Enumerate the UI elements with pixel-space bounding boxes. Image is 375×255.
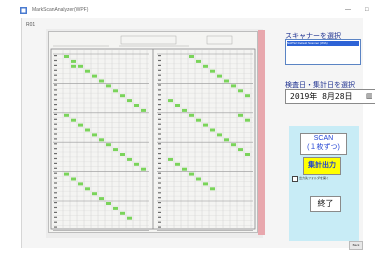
mark-fill [113, 206, 118, 210]
mark-fill [92, 192, 97, 196]
mark-fill [134, 162, 139, 166]
mark-sheet-image [50, 35, 256, 231]
mark-fill [203, 182, 208, 186]
mark-fill [113, 148, 118, 152]
mark-fill [203, 64, 208, 68]
minimize-button[interactable]: — [345, 6, 351, 15]
mark-fill [196, 59, 201, 63]
mark-fill [210, 187, 215, 191]
mark-fill [141, 167, 146, 171]
mark-fill [238, 148, 243, 152]
mark-fill [224, 79, 229, 83]
mark-fill [64, 113, 69, 117]
mark-fill [224, 138, 229, 142]
open-folder-label: 出力先フォルダを開く [299, 176, 330, 180]
mark-fill [127, 157, 132, 161]
mark-fill [85, 187, 90, 191]
mark-fill [210, 128, 215, 132]
back-button[interactable]: Back [349, 241, 363, 250]
mark-fill [71, 177, 76, 181]
mark-fill [134, 104, 139, 107]
mark-fill [64, 55, 69, 58]
mark-fill [217, 133, 222, 137]
mark-fill [168, 157, 173, 161]
mark-fill [182, 167, 187, 171]
mark-fill [196, 118, 201, 122]
mark-fill [210, 69, 215, 73]
mark-fill [189, 55, 194, 58]
mark-fill [238, 89, 243, 93]
mark-fill [64, 172, 69, 176]
mark-fill [71, 64, 76, 68]
mark-fill [78, 123, 83, 127]
mark-fill [99, 138, 104, 142]
title-bar: MarkScanAnalyzer(WPF) — □ [20, 6, 375, 17]
mark-fill [175, 162, 180, 166]
scan-button[interactable]: SCAN (１枚ずつ) [300, 133, 347, 155]
mark-fill [106, 143, 111, 147]
mark-fill [168, 99, 173, 103]
mark-fill [92, 133, 97, 137]
calendar-dropdown-icon[interactable]: ▥ [366, 92, 373, 100]
mark-fill [85, 128, 90, 132]
scan-button-label: SCAN [313, 135, 334, 142]
mark-fill [238, 113, 243, 117]
mark-fill [245, 94, 250, 98]
mark-fill [245, 153, 250, 156]
open-folder-checkbox[interactable] [292, 176, 298, 182]
date-picker[interactable]: 2019年 8月28日 ▥ [285, 89, 375, 104]
mark-fill [189, 113, 194, 117]
scanner-item-selected[interactable]: NAPS2 Default Scanner (WIA) [287, 41, 359, 46]
exit-button[interactable]: 終了 [310, 196, 341, 212]
mark-fill [231, 84, 236, 88]
mark-fill [189, 172, 194, 176]
scanned-mark-sheet [48, 31, 258, 233]
mark-fill [78, 182, 83, 186]
mark-fill [217, 74, 222, 78]
export-stats-button[interactable]: 集計出力 [303, 157, 341, 175]
maximize-button[interactable]: □ [365, 6, 369, 15]
scan-button-sublabel: (１枚ずつ) [307, 144, 340, 151]
open-folder-option[interactable]: 出力先フォルダを開く [292, 176, 358, 182]
mark-fill [85, 69, 90, 73]
mark-fill [120, 211, 125, 215]
app-icon [20, 7, 27, 14]
mark-fill [106, 84, 111, 88]
mark-fill [113, 89, 118, 93]
mark-fill [127, 99, 132, 103]
mark-fill [196, 177, 201, 181]
mark-fill [120, 153, 125, 156]
mark-fill [99, 197, 104, 201]
mark-fill [203, 123, 208, 127]
mark-fill [99, 79, 104, 83]
mark-fill [106, 202, 111, 205]
mark-fill [182, 108, 187, 112]
window-title: MarkScanAnalyzer(WPF) [32, 7, 89, 13]
mark-fill [78, 64, 83, 68]
scanner-list[interactable]: NAPS2 Default Scanner (WIA) [285, 39, 361, 65]
mark-fill [120, 94, 125, 98]
menu-label: R01 [26, 22, 36, 28]
mark-fill [245, 118, 250, 122]
mark-fill [71, 59, 76, 63]
sheet-edge [258, 30, 265, 235]
mark-fill [231, 143, 236, 147]
mark-fill [92, 74, 97, 78]
mark-fill [71, 118, 76, 122]
mark-fill [141, 108, 146, 112]
mark-fill [127, 216, 132, 220]
date-value: 2019年 8月28日 [290, 92, 353, 101]
mark-fill [175, 104, 180, 107]
